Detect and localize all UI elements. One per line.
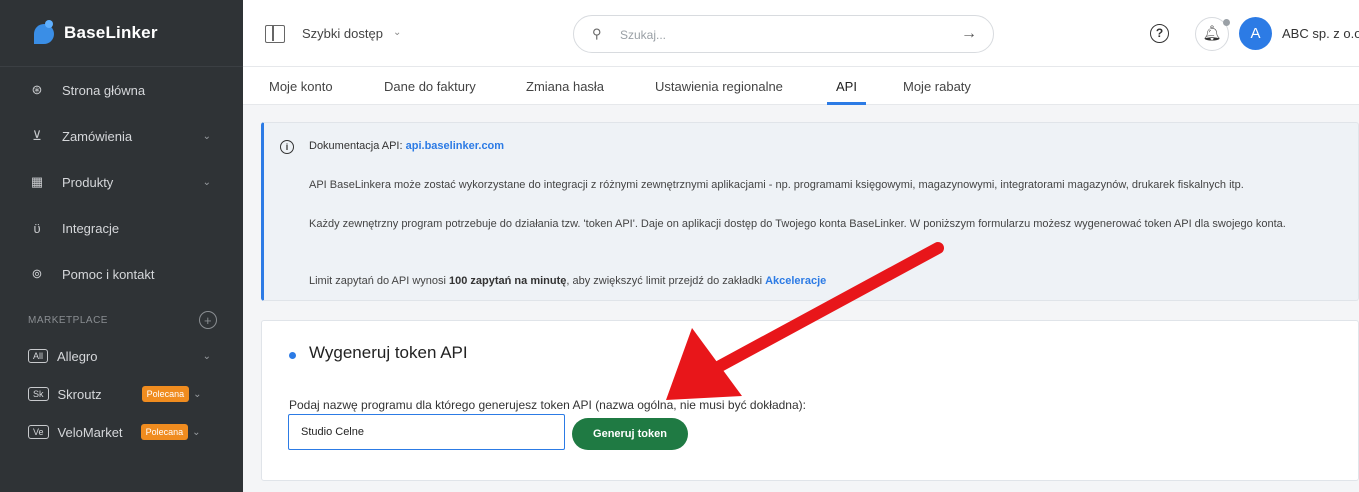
section-bullet xyxy=(289,352,296,359)
quick-access-dropdown[interactable]: Szybki dostęp xyxy=(302,26,383,41)
active-tab-indicator xyxy=(827,102,866,105)
search-submit-arrow-icon[interactable]: → xyxy=(961,25,977,43)
tab-dane-do-faktury[interactable]: Dane do faktury xyxy=(384,79,476,94)
generate-token-title: Wygeneruj token API xyxy=(309,343,468,362)
sidebar-item-label: Pomoc i kontakt xyxy=(62,266,155,282)
marketplace-label: Allegro xyxy=(57,348,98,364)
api-limit-text: Limit zapytań do API wynosi 100 zapytań … xyxy=(309,272,1349,290)
marketplace-code-badge: Ve xyxy=(28,425,49,439)
tab-moje-konto[interactable]: Moje konto xyxy=(269,79,333,94)
chevron-down-icon[interactable]: ⌄ xyxy=(393,27,401,38)
help-circle-icon: ⊚ xyxy=(31,266,43,281)
limit-middle: , aby zwiększyć limit przejdź do zakładk… xyxy=(566,275,766,287)
tab-ustawienia-regionalne[interactable]: Ustawienia regionalne xyxy=(655,79,783,94)
info-icon: i xyxy=(280,140,294,154)
help-icon[interactable]: ? xyxy=(1150,24,1169,43)
sidebar-item-label: Integracje xyxy=(62,220,120,236)
acceleration-link[interactable]: Akceleracje xyxy=(765,275,826,287)
sidebar-item-pomoc[interactable]: ⊚ Pomoc i kontakt xyxy=(0,251,243,297)
sidebar-item-label: Zamówienia xyxy=(62,128,133,144)
notification-indicator xyxy=(1223,19,1230,26)
avatar[interactable]: A xyxy=(1239,17,1272,50)
sidebar: BaseLinker ⊛ Strona główna ⊻ Zamówienia … xyxy=(0,0,243,492)
cart-icon: ⊻ xyxy=(32,128,42,143)
sidebar-item-label: Produkty xyxy=(62,174,114,190)
account-tabs: Moje konto Dane do faktury Zmiana hasła … xyxy=(243,67,1359,105)
marketplace-item-allegro[interactable]: All Allegro ⌄ xyxy=(0,337,243,375)
api-description: API BaseLinkera może zostać wykorzystane… xyxy=(309,179,1244,191)
top-bar: Szybki dostęp ⌄ ⚲ → ? 🔔︎ A ABC sp. z o.o xyxy=(243,0,1359,67)
marketplace-label: VeloMarket xyxy=(57,424,123,440)
chevron-down-icon: ⌄ xyxy=(202,130,211,142)
recommended-badge: Polecana xyxy=(141,386,190,402)
chevron-down-icon: ⌄ xyxy=(202,350,211,362)
company-name[interactable]: ABC sp. z o.o xyxy=(1282,26,1359,41)
boxes-icon: ▦ xyxy=(30,174,44,189)
generate-token-button[interactable]: Generuj token xyxy=(572,418,688,450)
sidebar-item-strona-glowna[interactable]: ⊛ Strona główna xyxy=(0,67,243,113)
recommended-badge: Polecana xyxy=(140,424,189,440)
program-name-label: Podaj nazwę programu dla którego generuj… xyxy=(289,398,806,412)
program-name-input[interactable] xyxy=(288,414,565,450)
chevron-down-icon: ⌄ xyxy=(202,176,211,188)
dashboard-icon: ⊛ xyxy=(31,82,43,97)
sidebar-item-zamowienia[interactable]: ⊻ Zamówienia ⌄ xyxy=(0,113,243,159)
marketplace-code-badge: All xyxy=(28,349,49,363)
baselinker-logo-icon xyxy=(34,20,56,44)
api-docs-link[interactable]: api.baselinker.com xyxy=(406,140,504,152)
generate-token-card: Wygeneruj token API Podaj nazwę programu… xyxy=(261,320,1359,481)
logo-text: BaseLinker xyxy=(64,23,158,42)
sidebar-item-integracje[interactable]: ϋ Integracje xyxy=(0,205,243,251)
add-marketplace-icon[interactable]: + xyxy=(199,311,217,329)
marketplace-item-velomarket[interactable]: Ve VeloMarket Polecana ⌄ xyxy=(0,413,243,451)
tab-zmiana-hasla[interactable]: Zmiana hasła xyxy=(526,79,604,94)
search-icon: ⚲ xyxy=(592,26,602,41)
api-docs-line: Dokumentacja API: api.baselinker.com xyxy=(309,140,504,152)
search-input[interactable] xyxy=(620,25,940,45)
quick-access-icon[interactable] xyxy=(265,25,285,43)
marketplace-heading-label: MARKETPLACE xyxy=(28,314,108,326)
chevron-down-icon: ⌄ xyxy=(193,388,202,400)
chevron-down-icon: ⌄ xyxy=(192,426,201,438)
marketplace-item-skroutz[interactable]: Sk Skroutz Polecana ⌄ xyxy=(0,375,243,413)
sidebar-item-produkty[interactable]: ▦ Produkty ⌄ xyxy=(0,159,243,205)
api-token-description: Każdy zewnętrzny program potrzebuje do d… xyxy=(309,218,1286,230)
limit-value: 100 zapytań na minutę xyxy=(449,275,567,287)
tab-moje-rabaty[interactable]: Moje rabaty xyxy=(903,79,971,94)
sidebar-item-label: Strona główna xyxy=(62,82,146,98)
limit-prefix: Limit zapytań do API wynosi xyxy=(309,275,450,287)
search-bar: ⚲ → xyxy=(573,15,994,53)
marketplace-code-badge: Sk xyxy=(28,387,49,401)
marketplace-label: Skroutz xyxy=(57,386,102,402)
plug-icon: ϋ xyxy=(33,220,41,236)
api-docs-label: Dokumentacja API: xyxy=(309,140,403,152)
tab-api[interactable]: API xyxy=(836,79,857,94)
api-info-panel: i Dokumentacja API: api.baselinker.com A… xyxy=(261,122,1359,301)
logo[interactable]: BaseLinker xyxy=(0,0,243,67)
marketplace-heading: MARKETPLACE + xyxy=(0,303,243,337)
